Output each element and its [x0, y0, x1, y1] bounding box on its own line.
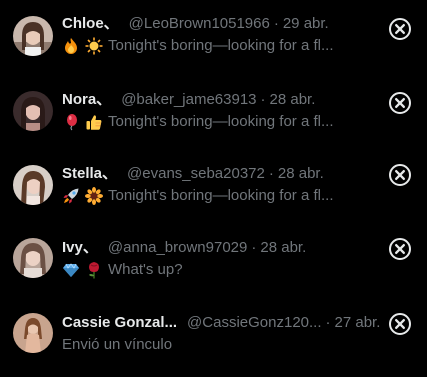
message-preview: Tonight's boring—looking for a fl...: [108, 113, 334, 130]
message-date: 27 abr.: [334, 314, 381, 331]
contact-handle: @evans_seba20372: [127, 165, 265, 182]
avatar[interactable]: [13, 91, 53, 131]
contact-handle: @LeoBrown1051966: [128, 15, 270, 32]
avatar[interactable]: [13, 16, 53, 56]
contact-name: Chloe、: [62, 15, 119, 32]
conversation-item[interactable]: Nora、 @baker_jame63913 · 28 abr. Tonight…: [0, 90, 427, 154]
gem-emoji: [62, 261, 80, 279]
message-date: 28 abr.: [269, 91, 316, 108]
sun-emoji: [85, 37, 103, 55]
close-icon[interactable]: [387, 162, 413, 188]
separator-dot: ·: [268, 165, 274, 182]
message-date: 28 abr.: [277, 165, 324, 182]
red-balloon-emoji: [62, 113, 80, 131]
message-preview: Tonight's boring—looking for a fl...: [108, 187, 334, 204]
avatar[interactable]: [13, 313, 53, 353]
contact-handle: @anna_brown97029: [107, 239, 248, 256]
message-preview: Tonight's boring—looking for a fl...: [108, 37, 334, 54]
separator-dot: ·: [260, 91, 266, 108]
close-icon[interactable]: [387, 311, 413, 337]
close-icon[interactable]: [387, 90, 413, 116]
contact-name: Cassie Gonzal...: [62, 314, 178, 331]
message-date: 28 abr.: [260, 239, 307, 256]
contact-handle: @baker_jame63913: [121, 91, 257, 108]
avatar[interactable]: [13, 165, 53, 205]
avatar[interactable]: [13, 238, 53, 278]
contact-name: Stella、: [62, 165, 118, 182]
fire-emoji: [62, 37, 80, 55]
separator-dot: ·: [325, 314, 331, 331]
rose-emoji: [85, 261, 103, 279]
rocket-emoji: [62, 187, 80, 205]
sunflower-emoji: [85, 187, 103, 205]
conversation-item[interactable]: Cassie Gonzal... @CassieGonz120... · 27 …: [0, 313, 427, 377]
message-preview: What's up?: [108, 261, 183, 278]
contact-name: Nora、: [62, 91, 112, 108]
conversation-item[interactable]: Stella、 @evans_seba20372 · 28 abr. Tonig…: [0, 164, 427, 228]
message-date: 29 abr.: [282, 15, 329, 32]
conversation-item[interactable]: Chloe、 @LeoBrown1051966 · 29 abr. Tonigh…: [0, 14, 427, 78]
close-icon[interactable]: [387, 16, 413, 42]
thumbs-up-emoji: [85, 113, 103, 131]
contact-handle: @CassieGonz120...: [187, 314, 322, 331]
contact-name: Ivy、: [62, 239, 98, 256]
separator-dot: ·: [251, 239, 257, 256]
separator-dot: ·: [273, 15, 279, 32]
close-icon[interactable]: [387, 236, 413, 262]
message-preview: Envió un vínculo: [62, 336, 173, 353]
conversation-item[interactable]: Ivy、 @anna_brown97029 · 28 abr. What's u…: [0, 238, 427, 302]
